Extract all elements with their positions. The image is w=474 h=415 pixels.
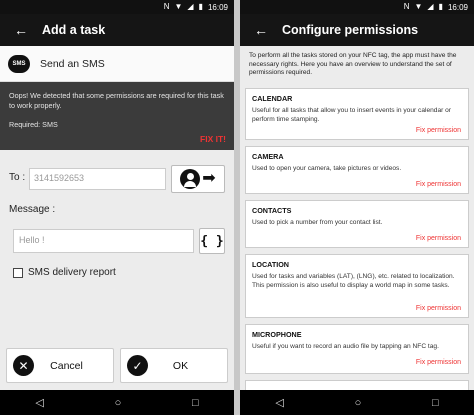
person-icon bbox=[180, 169, 201, 189]
permission-desc: Useful for all tasks that allow you to i… bbox=[252, 107, 452, 123]
to-label: To : bbox=[9, 172, 26, 183]
page-title: Add a task bbox=[42, 23, 106, 37]
battery-icon: ▮ bbox=[198, 2, 203, 11]
permission-card-location: LOCATION Used for tasks and variables (L… bbox=[245, 254, 469, 318]
recipient-row: To : 3141592653 ➡ bbox=[0, 164, 234, 194]
nav-bar: ◁ ○ □ bbox=[240, 390, 474, 415]
permission-card-camera: CAMERA Used to open your camera, take pi… bbox=[245, 146, 469, 194]
permission-desc: Useful if you want to record an audio fi… bbox=[252, 343, 439, 350]
permission-card-contacts: CONTACTS Used to pick a number from your… bbox=[245, 200, 469, 248]
app-bar: ← Add a task bbox=[0, 14, 234, 46]
message-input[interactable]: Hello ! bbox=[13, 229, 194, 253]
permission-desc: Used to pick a number from your contact … bbox=[252, 219, 383, 226]
warning-required: Required: SMS bbox=[9, 120, 58, 129]
cancel-button[interactable]: ✕ Cancel bbox=[6, 348, 114, 383]
permission-warning: Oops! We detected that some permissions … bbox=[0, 82, 234, 150]
cancel-label: Cancel bbox=[50, 359, 83, 372]
square-recent-icon[interactable]: □ bbox=[432, 397, 439, 409]
permission-title: CAMERA bbox=[252, 152, 284, 161]
fix-permission-link[interactable]: Fix permission bbox=[416, 127, 461, 134]
delivery-report-label: SMS delivery report bbox=[28, 267, 116, 278]
configure-permissions-screen: N ▼ ◢ ▮ 16:09 ← Configure permissions To… bbox=[240, 0, 474, 415]
nfc-icon: N bbox=[163, 2, 170, 11]
square-recent-icon[interactable]: □ bbox=[192, 397, 199, 409]
task-name: Send an SMS bbox=[40, 57, 105, 70]
permission-title: CONTACTS bbox=[252, 206, 292, 215]
sms-bubble-icon: SMS bbox=[8, 54, 30, 73]
delivery-report-option[interactable]: SMS delivery report bbox=[13, 267, 116, 278]
permission-title: CALENDAR bbox=[252, 94, 293, 103]
ok-button[interactable]: ✓ OK bbox=[120, 348, 228, 383]
fix-permission-link[interactable]: Fix permission bbox=[416, 305, 461, 312]
wifi-icon: ▼ bbox=[414, 2, 423, 11]
battery-icon: ▮ bbox=[438, 2, 443, 11]
ok-label: OK bbox=[172, 359, 189, 372]
delivery-report-checkbox[interactable] bbox=[13, 267, 23, 278]
permission-card-microphone: MICROPHONE Useful if you want to record … bbox=[245, 324, 469, 374]
arrow-left-icon[interactable]: ← bbox=[250, 22, 272, 38]
permission-card-calendar: CALENDAR Useful for all tasks that allow… bbox=[245, 88, 469, 140]
permission-desc: Used to open your camera, take pictures … bbox=[252, 165, 402, 172]
page-title: Configure permissions bbox=[282, 23, 419, 37]
action-buttons: ✕ Cancel ✓ OK bbox=[6, 348, 228, 383]
status-time: 16:09 bbox=[207, 2, 228, 12]
task-header: SMS Send an SMS bbox=[0, 46, 234, 82]
pick-contact-button[interactable]: ➡ bbox=[171, 165, 225, 193]
permissions-intro: To perform all the tasks stored on your … bbox=[249, 52, 457, 76]
warning-text: Oops! We detected that some permissions … bbox=[9, 91, 224, 110]
permission-title: LOCATION bbox=[252, 260, 289, 269]
nav-bar: ◁ ○ □ bbox=[0, 390, 234, 415]
variables-button[interactable]: { } bbox=[199, 228, 225, 254]
circle-home-icon[interactable]: ○ bbox=[355, 397, 362, 409]
fix-permission-link[interactable]: Fix permission bbox=[416, 359, 461, 366]
fix-permission-link[interactable]: Fix permission bbox=[416, 181, 461, 188]
permission-desc: Used for tasks and variables (LAT), (LNG… bbox=[252, 273, 455, 289]
triangle-back-icon[interactable]: ◁ bbox=[35, 396, 43, 409]
arrow-left-icon[interactable]: ← bbox=[10, 22, 32, 38]
circle-home-icon[interactable]: ○ bbox=[115, 397, 122, 409]
add-task-screen: N ▼ ◢ ▮ 16:09 ← Add a task SMS Send an S… bbox=[0, 0, 234, 415]
permission-title: MICROPHONE bbox=[252, 330, 302, 339]
close-circle-icon: ✕ bbox=[13, 355, 34, 376]
recipient-input[interactable]: 3141592653 bbox=[29, 168, 166, 190]
triangle-back-icon[interactable]: ◁ bbox=[275, 396, 283, 409]
fix-permission-link[interactable]: Fix permission bbox=[416, 235, 461, 242]
arrow-right-icon: ➡ bbox=[202, 170, 216, 187]
signal-icon: ◢ bbox=[187, 2, 194, 11]
check-circle-icon: ✓ bbox=[127, 355, 148, 376]
nfc-icon: N bbox=[403, 2, 410, 11]
status-time: 16:09 bbox=[447, 2, 468, 12]
app-bar: ← Configure permissions bbox=[240, 14, 474, 46]
status-bar: N ▼ ◢ ▮ 16:09 bbox=[0, 0, 234, 14]
status-bar: N ▼ ◢ ▮ 16:09 bbox=[240, 0, 474, 14]
signal-icon: ◢ bbox=[427, 2, 434, 11]
fix-it-button[interactable]: FIX IT! bbox=[200, 134, 226, 145]
wifi-icon: ▼ bbox=[174, 2, 183, 11]
message-label: Message : bbox=[9, 204, 56, 215]
